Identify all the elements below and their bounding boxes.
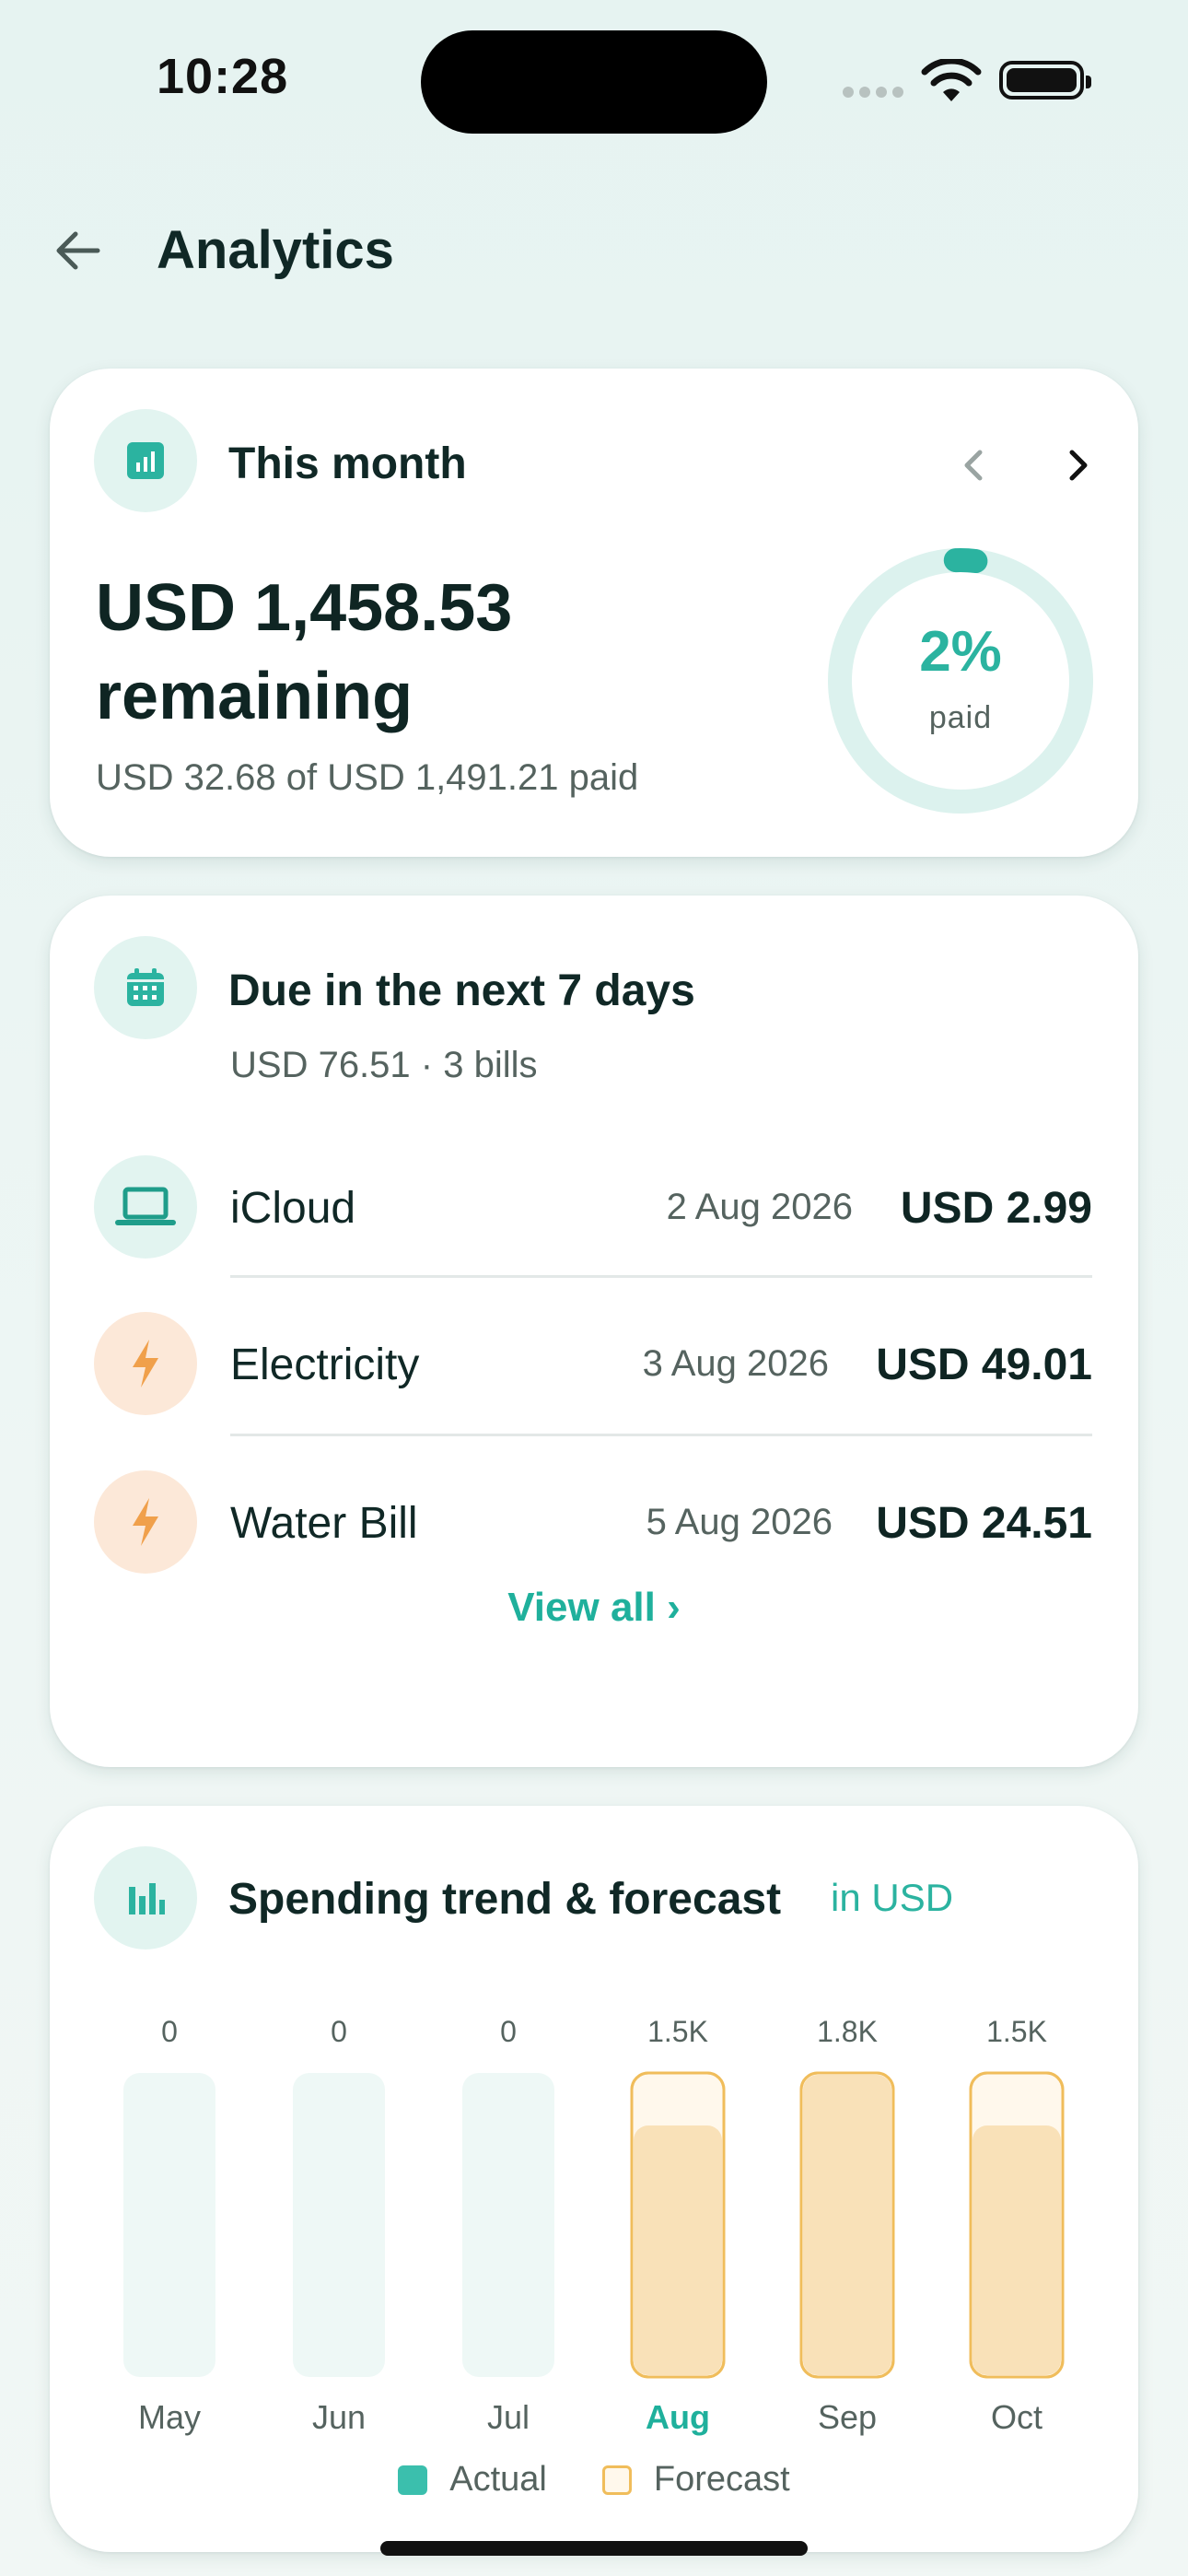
actual-bar [123, 2073, 215, 2377]
month-card-title: This month [228, 439, 467, 488]
bill-row-electricity[interactable]: Electricity 3 Aug 2026 USD 49.01 [50, 1299, 1138, 1428]
bill-amount: USD 24.51 [876, 1499, 1092, 1548]
lightning-icon [133, 1498, 158, 1546]
cellular-signal-icon [843, 87, 903, 98]
bar-value-label: 1.8K [817, 2015, 878, 2048]
bar-value-label: 0 [331, 2015, 347, 2048]
forecast-bar [973, 2125, 1061, 2375]
bill-name: iCloud [230, 1184, 356, 1233]
legend-actual: Actual [398, 2460, 547, 2500]
chevron-left-icon [964, 450, 983, 481]
x-tick-label: Oct [991, 2398, 1042, 2436]
divider [230, 1275, 1092, 1278]
back-button[interactable] [48, 221, 107, 280]
battery-icon [999, 61, 1091, 100]
due-next-7-days-card: Due in the next 7 days USD 76.51 · 3 bil… [50, 896, 1138, 1767]
view-all-link[interactable]: View all › [50, 1585, 1138, 1631]
bill-icon-badge [94, 1155, 197, 1259]
spending-bar-chart: 0 May 0 Jun 0 Jul 1.5K Aug 1.8K Sep 1.5K Oct [123, 2015, 1065, 2436]
divider [230, 1434, 1092, 1436]
remaining-label: remaining [96, 660, 413, 733]
legend-swatch-actual [398, 2465, 428, 2495]
percent-paid-value: 2% [919, 620, 1002, 684]
bill-name: Water Bill [230, 1499, 418, 1548]
x-tick-label: Jul [487, 2398, 530, 2436]
bill-name: Electricity [230, 1341, 420, 1389]
bill-date: 3 Aug 2026 [642, 1343, 829, 1384]
bill-amount: USD 2.99 [900, 1184, 1092, 1233]
spending-trend-card: Spending trend & forecast in USD 0 May 0 Ju… [50, 1806, 1138, 2552]
next-month-button[interactable] [1044, 433, 1109, 498]
bar-chart-icon [127, 442, 164, 479]
bar-value-label: 1.5K [647, 2015, 708, 2048]
remaining-value: USD 1,458.53 [96, 571, 513, 645]
x-tick-label: May [138, 2398, 201, 2436]
actual-bar [293, 2073, 385, 2377]
bill-date: 5 Aug 2026 [646, 1502, 833, 1542]
this-month-card: This month USD 1,458.53 remaining USD 32… [50, 369, 1138, 857]
bar-value-label: 1.5K [986, 2015, 1047, 2048]
x-tick-label: Jun [312, 2398, 366, 2436]
chart-legend: Actual Forecast [50, 2460, 1138, 2500]
page-title: Analytics [157, 220, 394, 280]
legend-label-actual: Actual [449, 2460, 547, 2499]
bill-date: 2 Aug 2026 [666, 1187, 853, 1227]
legend-label-forecast: Forecast [653, 2460, 790, 2499]
dynamic-island [421, 30, 767, 134]
remaining-amount: USD 1,458.53 remaining [96, 564, 851, 741]
x-tick-label: Sep [818, 2398, 877, 2436]
paid-summary: USD 32.68 of USD 1,491.21 paid [96, 757, 639, 798]
due-card-title: Due in the next 7 days [228, 966, 695, 1015]
previous-month-button[interactable] [943, 433, 1007, 498]
bill-icon-badge [94, 1470, 197, 1574]
due-icon-badge [94, 936, 197, 1039]
calendar-icon [127, 968, 164, 1006]
laptop-icon [115, 1187, 176, 1225]
status-bar: 10:28 [0, 0, 1188, 157]
bill-row-icloud[interactable]: iCloud 2 Aug 2026 USD 2.99 [50, 1142, 1138, 1271]
month-icon-badge [94, 409, 197, 512]
lightning-icon [133, 1340, 158, 1388]
chevron-right-icon [1069, 450, 1088, 481]
forecast-bar [634, 2125, 722, 2375]
home-indicator [380, 2541, 808, 2556]
bar-value-label: 0 [500, 2015, 517, 2048]
arrow-left-icon [56, 231, 100, 270]
actual-bar [462, 2073, 554, 2377]
bill-icon-badge [94, 1312, 197, 1415]
status-time: 10:28 [157, 49, 289, 104]
bill-row-water-bill[interactable]: Water Bill 5 Aug 2026 USD 24.51 [50, 1458, 1138, 1587]
legend-forecast: Forecast [601, 2460, 790, 2500]
bill-amount: USD 49.01 [876, 1341, 1092, 1389]
bar-value-label: 0 [161, 2015, 178, 2048]
wifi-icon [921, 59, 982, 101]
due-summary: USD 76.51 · 3 bills [230, 1045, 538, 1085]
forecast-bar [803, 2075, 891, 2375]
percent-paid-label: paid [928, 700, 993, 735]
legend-swatch-forecast [601, 2465, 632, 2495]
x-tick-label: Aug [646, 2398, 710, 2436]
